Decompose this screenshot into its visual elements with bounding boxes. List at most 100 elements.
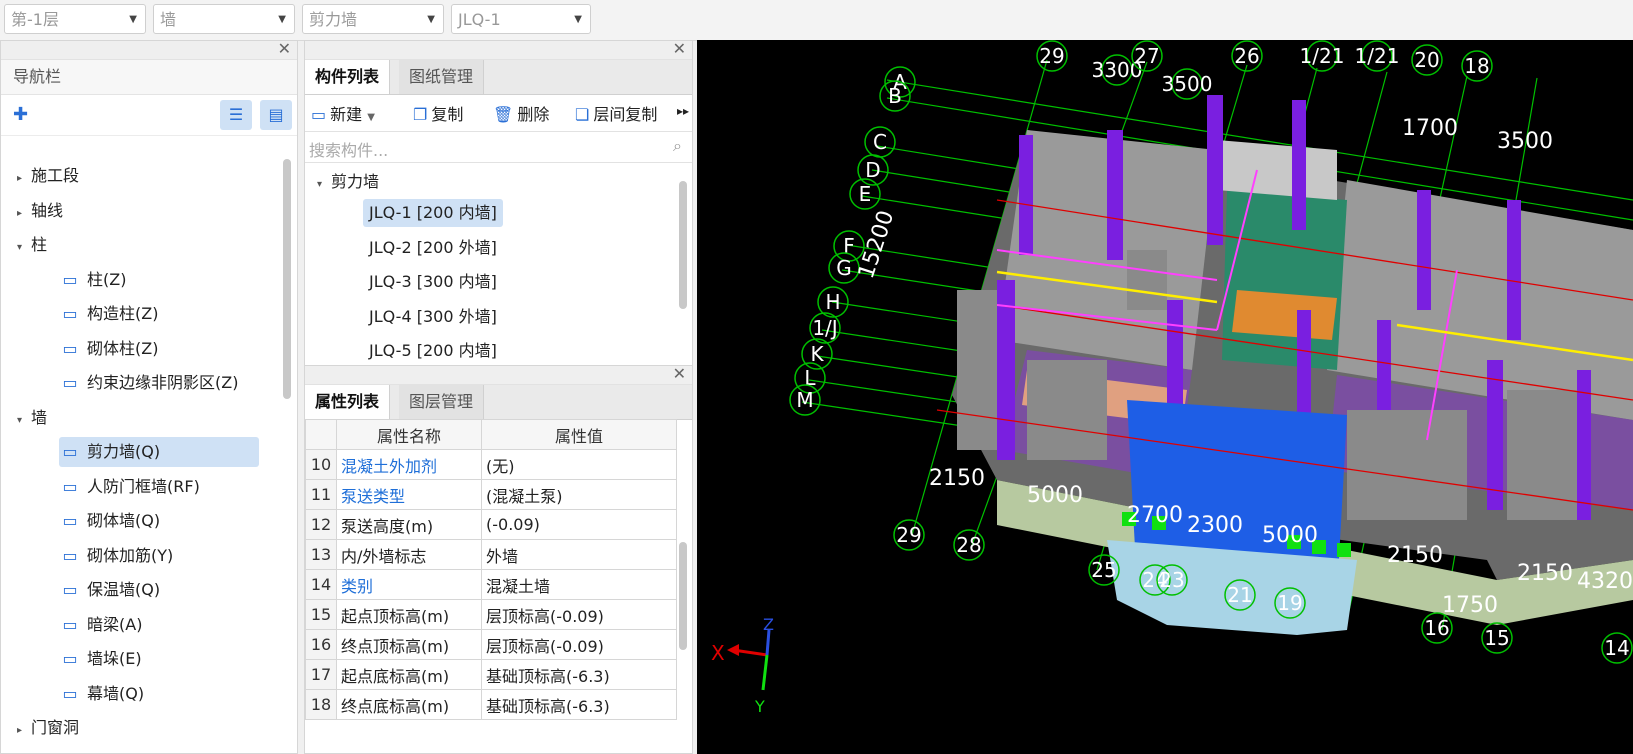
axis-label: 1/J (812, 316, 837, 340)
property-value[interactable]: (混凝土泵) (481, 479, 677, 510)
nav-item-label: 轴线 (31, 200, 64, 220)
category-select[interactable]: 墙 ▼ (153, 4, 295, 34)
close-icon[interactable]: ✕ (673, 364, 686, 383)
row-number: 12 (305, 509, 337, 540)
nav-item-label: 保温墙(Q) (87, 580, 161, 599)
nav-item[interactable]: ▭ 墙垛(E) (59, 644, 259, 674)
floor-select[interactable]: 第-1层 ▼ (4, 4, 146, 34)
nav-item[interactable]: ▸ 轴线 (17, 196, 63, 226)
property-value[interactable]: 层顶标高(-0.09) (481, 599, 677, 630)
property-row[interactable]: 11 泵送类型 (混凝土泵) (305, 479, 677, 510)
nav-item[interactable]: ▭ 人防门框墙(RF) (59, 472, 259, 502)
add-icon[interactable]: ✚ (13, 104, 28, 125)
property-value[interactable]: (无) (481, 449, 677, 480)
chevron-down-icon: ▼ (427, 14, 435, 25)
trash-icon: 🗑 (493, 105, 514, 124)
axis-label: B (888, 84, 902, 108)
nav-item[interactable]: ▭ 剪力墙(Q) (59, 437, 259, 467)
search-input[interactable]: 搜索构件... (309, 137, 388, 161)
axis-label: 25 (1091, 558, 1116, 582)
axis-label: 23 (1159, 568, 1184, 592)
component-item[interactable]: JLQ-5 [200 内墙] (363, 337, 503, 365)
category-select-value: 墙 (160, 10, 177, 29)
property-row[interactable]: 13 内/外墙标志 外墙 (305, 539, 677, 570)
axis-z-label: Z (763, 615, 774, 634)
dimension-label: 2300 (1187, 513, 1243, 538)
component-list-panel: ✕ 构件列表 图纸管理 ▭ 新建 ▼ ❐ 复制 🗑 删除 ❏ 层间复制 ▸▸ 搜索构件.… (304, 39, 693, 382)
axis-label: C (873, 130, 887, 154)
component-item[interactable]: JLQ-1 [200 内墙] (363, 199, 503, 227)
nav-item[interactable]: ▭ 约束边缘非阴影区(Z) (59, 368, 259, 398)
property-value[interactable]: (-0.09) (481, 509, 677, 540)
close-icon[interactable]: ✕ (673, 39, 686, 58)
axis-label: D (865, 158, 880, 182)
search-icon[interactable]: ⌕ (673, 136, 682, 156)
floor-copy-button[interactable]: ❏ 层间复制 (575, 101, 657, 125)
nav-item[interactable]: ▾ 墙 (17, 403, 47, 433)
axis-label: 28 (956, 533, 981, 557)
property-row[interactable]: 15 起点顶标高(m) 层顶标高(-0.09) (305, 599, 677, 630)
axis-labels-left: ABCDEFGH1/JKLM (789, 66, 916, 416)
delete-button[interactable]: 🗑 删除 (493, 101, 549, 125)
expand-icon[interactable]: ▸ (17, 199, 31, 229)
tab-property-list[interactable]: 属性列表 (305, 385, 391, 419)
component-select[interactable]: JLQ-1 ▼ (451, 4, 591, 34)
property-row[interactable]: 18 终点底标高(m) 基础顶标高(-6.3) (305, 689, 677, 720)
3d-viewport[interactable]: 29 3300 27 3500 26 1/21 1/21 20 18 A B C D E F G H 1/J K L… (697, 40, 1633, 754)
component-select-value: JLQ-1 (458, 10, 501, 29)
nav-title: 导航栏 (1, 60, 297, 95)
nav-item[interactable]: ▸ 施工段 (17, 161, 79, 191)
detail-view-icon[interactable]: ▤ (260, 100, 292, 130)
chevron-down-icon: ▼ (367, 112, 375, 123)
property-value[interactable]: 基础顶标高(-6.3) (481, 659, 677, 690)
copy-button[interactable]: ❐ 复制 (413, 101, 463, 125)
chevron-down-icon: ▼ (278, 14, 286, 25)
property-row[interactable]: 17 起点底标高(m) 基础顶标高(-6.3) (305, 659, 677, 690)
expand-icon[interactable]: ▸ (17, 716, 31, 746)
nav-item[interactable]: ▸ 门窗洞 (17, 713, 79, 743)
roof-block (1217, 140, 1337, 200)
dimension-label: 2150 (1517, 561, 1573, 586)
expand-icon[interactable]: ▾ (17, 406, 31, 436)
property-value[interactable]: 层顶标高(-0.09) (481, 629, 677, 660)
component-group[interactable]: ▾ 剪力墙 (317, 167, 379, 197)
axis-label: G (836, 256, 852, 280)
component-search[interactable]: 搜索构件... ⌕ (305, 132, 692, 163)
property-value[interactable]: 混凝土墙 (481, 569, 677, 600)
component-item[interactable]: JLQ-4 [300 外墙] (363, 303, 503, 331)
chevron-down-icon: ▼ (574, 14, 582, 25)
property-row[interactable]: 14 类别 混凝土墙 (305, 569, 677, 600)
property-row[interactable]: 12 泵送高度(m) (-0.09) (305, 509, 677, 540)
nav-item[interactable]: ▭ 构造柱(Z) (59, 299, 259, 329)
nav-item[interactable]: ▭ 暗梁(A) (59, 610, 259, 640)
property-row[interactable]: 10 混凝土外加剂 (无) (305, 449, 677, 480)
model-render[interactable]: 29330027350026 1/21 1/21 20 18 ABCDEFGH1/JKL… (697, 40, 1633, 754)
nav-item[interactable]: ▭ 幕墙(Q) (59, 679, 259, 709)
list-view-icon[interactable]: ☰ (220, 100, 252, 130)
nav-item[interactable]: ▭ 保温墙(Q) (59, 575, 259, 605)
property-scrollbar[interactable] (679, 542, 687, 650)
component-item[interactable]: JLQ-3 [300 内墙] (363, 268, 503, 296)
nav-scrollbar[interactable] (283, 159, 291, 399)
expand-icon[interactable]: ▸ (17, 164, 31, 194)
expand-icon[interactable]: ▾ (17, 233, 31, 263)
component-item[interactable]: JLQ-2 [200 外墙] (363, 234, 503, 262)
floor-copy-icon: ❏ (575, 105, 590, 124)
more-icon[interactable]: ▸▸ (677, 104, 689, 118)
nav-item[interactable]: ▾ 柱 (17, 230, 47, 260)
nav-item[interactable]: ▭ 柱(Z) (59, 265, 259, 295)
nav-item[interactable]: ▭ 砌体墙(Q) (59, 506, 259, 536)
tab-drawing-management[interactable]: 图纸管理 (399, 60, 485, 94)
nav-item[interactable]: ▭ 砌体柱(Z) (59, 334, 259, 364)
row-number: 13 (305, 539, 337, 570)
new-button[interactable]: ▭ 新建 ▼ (311, 101, 375, 125)
component-scrollbar[interactable] (679, 181, 687, 309)
type-select[interactable]: 剪力墙 ▼ (302, 4, 444, 34)
property-row[interactable]: 16 终点顶标高(m) 层顶标高(-0.09) (305, 629, 677, 660)
property-value[interactable]: 外墙 (481, 539, 677, 570)
property-value[interactable]: 基础顶标高(-6.3) (481, 689, 677, 720)
nav-item[interactable]: ▭ 砌体加筋(Y) (59, 541, 259, 571)
tab-layer-management[interactable]: 图层管理 (399, 385, 485, 419)
close-icon[interactable]: ✕ (278, 39, 291, 58)
tab-component-list[interactable]: 构件列表 (305, 60, 391, 94)
